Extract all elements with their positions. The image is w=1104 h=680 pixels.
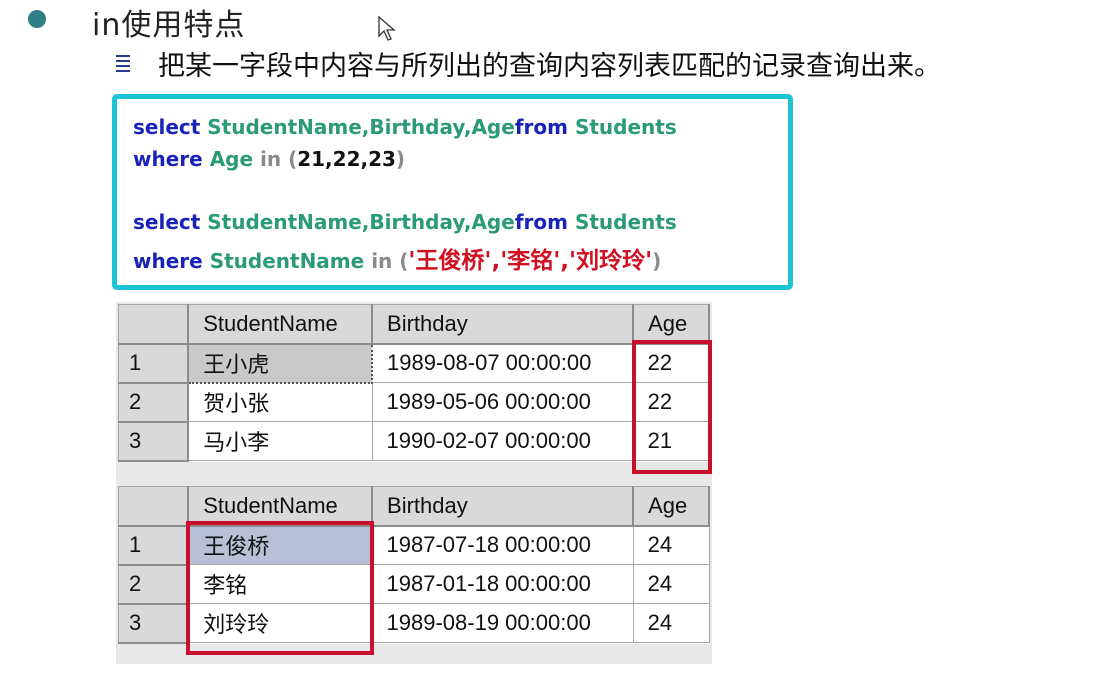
sql-values: 21,22,23 [297, 147, 396, 171]
grid-cell-age[interactable]: 24 [632, 603, 710, 643]
sql-keyword: where [133, 147, 203, 171]
sql-paren: ) [652, 249, 662, 273]
row-number[interactable]: 2 [118, 564, 190, 605]
age-highlight-box [632, 340, 712, 474]
column-header[interactable]: StudentName [187, 304, 374, 345]
column-header[interactable]: Age [632, 486, 710, 527]
sql-columns: StudentName,Birthday,Age [207, 210, 515, 234]
grid-cell-age[interactable]: 24 [632, 525, 710, 565]
sql-keyword: from [514, 115, 568, 139]
sql-paren: ( [288, 147, 298, 171]
grid-cell-birthday[interactable]: 1987-01-18 00:00:00 [371, 564, 634, 604]
code-line: where Age in (21,22,23) [133, 147, 405, 171]
sql-columns: StudentName,Birthday,Age [207, 115, 515, 139]
sql-operator: in [371, 249, 393, 273]
page-title: in使用特点 [92, 8, 246, 43]
row-number[interactable]: 3 [118, 603, 190, 644]
table-row: 1 王小虎 1989-08-07 00:00:00 22 [118, 342, 710, 384]
grid-cell-name[interactable]: 贺小张 [187, 382, 373, 422]
bullet-dot-icon [28, 10, 46, 28]
column-header[interactable]: Birthday [371, 304, 635, 345]
sql-column: StudentName [209, 249, 365, 273]
subtitle: 把某一字段中内容与所列出的查询内容列表匹配的记录查询出来。 [158, 51, 941, 82]
sql-operator: in [260, 147, 282, 171]
code-line: where StudentName in ('王俊桥','李铭','刘玲玲') [133, 241, 661, 275]
grid-cell-name[interactable]: 王小虎 [187, 342, 374, 384]
mouse-cursor-icon [378, 16, 396, 41]
grid-cell-age[interactable]: 24 [632, 564, 710, 604]
column-header[interactable]: Birthday [371, 486, 635, 527]
sql-keyword: from [514, 210, 568, 234]
column-header[interactable]: Age [632, 304, 710, 345]
code-line: select StudentName,Birthday,Agefrom Stud… [133, 210, 677, 234]
sql-keyword: select [133, 210, 201, 234]
row-number[interactable]: 1 [118, 343, 190, 384]
name-highlight-box [186, 521, 374, 655]
grid-cell-name[interactable]: 马小李 [187, 421, 373, 461]
grid-cell-birthday[interactable]: 1989-05-06 00:00:00 [371, 382, 634, 422]
sql-keyword: where [133, 249, 203, 273]
sql-keyword: select [133, 115, 201, 139]
sql-column: Age [209, 147, 254, 171]
table-row: 3 马小李 1990-02-07 00:00:00 21 [118, 421, 710, 462]
sql-string-values: '王俊桥','李铭','刘玲玲' [408, 248, 653, 274]
grid-header-row: StudentName Birthday Age [118, 486, 710, 527]
table-row: 2 贺小张 1989-05-06 00:00:00 22 [118, 382, 710, 423]
row-number[interactable]: 1 [118, 525, 190, 566]
sql-table: Students [574, 115, 677, 139]
grid-corner-header [118, 486, 190, 527]
grid-cell-birthday[interactable]: 1989-08-07 00:00:00 [371, 343, 634, 383]
grid-header-row: StudentName Birthday Age [118, 304, 710, 345]
column-header[interactable]: StudentName [187, 486, 374, 527]
grid-cell-birthday[interactable]: 1987-07-18 00:00:00 [371, 525, 634, 565]
result-grid-1: StudentName Birthday Age 1 王小虎 1989-08-0… [118, 304, 710, 462]
row-number[interactable]: 3 [118, 421, 190, 462]
sql-paren: ) [395, 147, 406, 171]
sql-code-box: select StudentName,Birthday,Agefrom Stud… [112, 94, 793, 290]
grid-corner-header [118, 304, 190, 345]
code-line: select StudentName,Birthday,Agefrom Stud… [133, 115, 677, 139]
list-bullet-icon [116, 52, 130, 74]
sql-table: Students [574, 210, 677, 234]
row-number[interactable]: 2 [118, 382, 190, 423]
grid-cell-birthday[interactable]: 1990-02-07 00:00:00 [371, 421, 634, 461]
grid-cell-birthday[interactable]: 1989-08-19 00:00:00 [371, 603, 634, 643]
